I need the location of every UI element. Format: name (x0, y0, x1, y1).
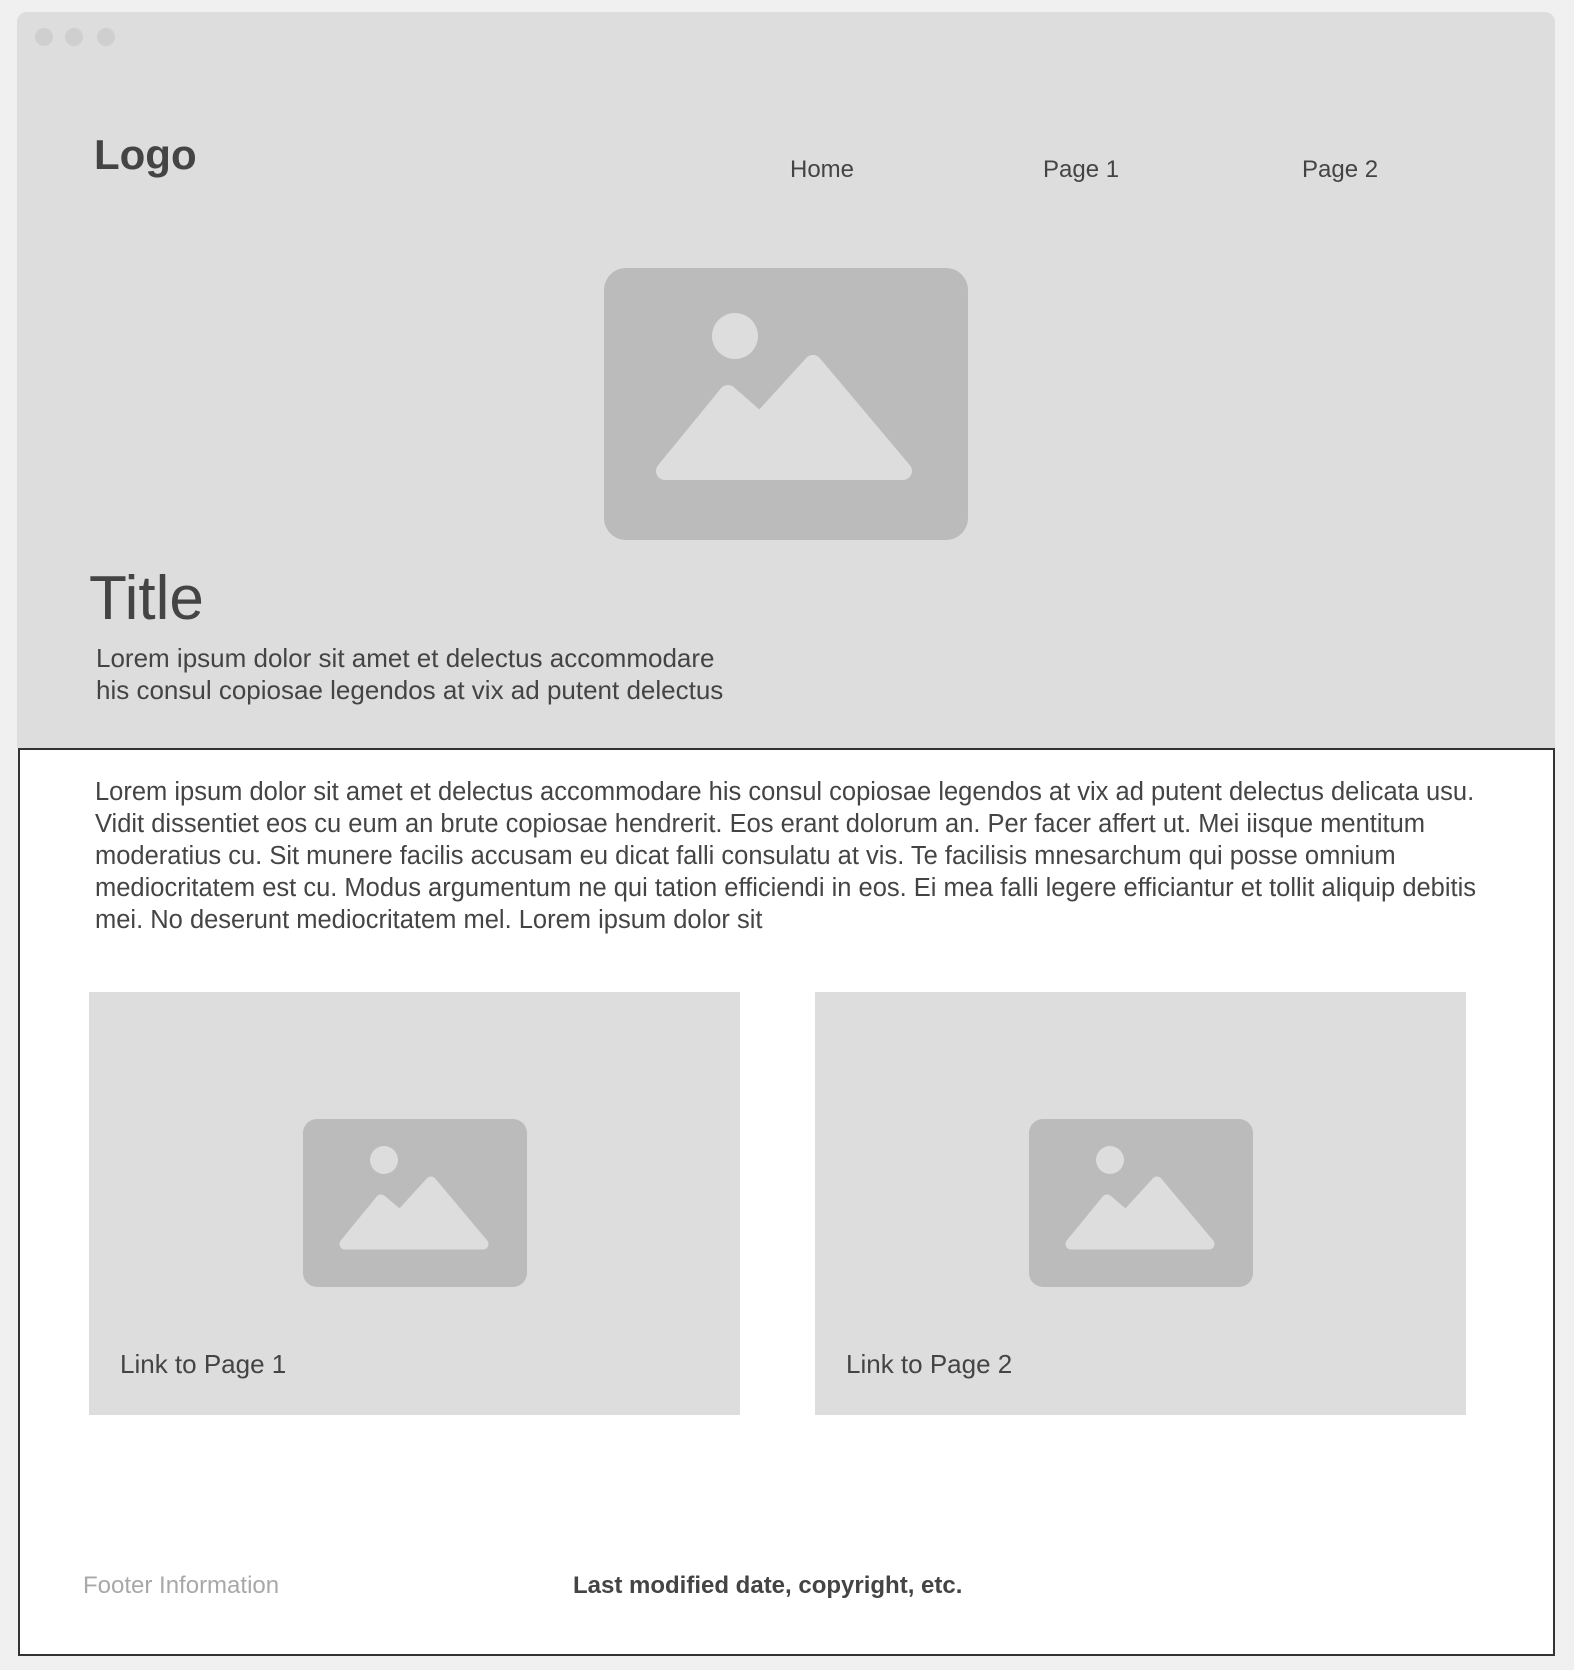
card-link-page-2[interactable]: Link to Page 2 (815, 992, 1466, 1415)
window-control-dot[interactable] (97, 28, 115, 46)
card-label[interactable]: Link to Page 2 (846, 1351, 1012, 1377)
subtitle-line: his consul copiosae legendos at vix ad p… (96, 675, 724, 705)
nav-link-home[interactable]: Home (790, 158, 854, 182)
page-subtitle: Lorem ipsum dolor sit amet et delectus a… (96, 642, 816, 706)
footer-info: Footer Information (83, 1572, 280, 1599)
nav-link-page-2[interactable]: Page 2 (1302, 158, 1378, 182)
body-paragraph: Lorem ipsum dolor sit amet et delectus a… (95, 778, 1477, 934)
image-placeholder-icon (604, 268, 968, 540)
card-link-page-1[interactable]: Link to Page 1 (89, 992, 740, 1415)
window-control-dot[interactable] (35, 28, 53, 46)
page-title: Title (89, 564, 204, 633)
window-control-dot[interactable] (65, 28, 83, 46)
subtitle-line: Lorem ipsum dolor sit amet et delectus a… (96, 643, 715, 673)
main-content: Lorem ipsum dolor sit amet et delectus a… (18, 748, 1555, 1532)
nav-link-page-1[interactable]: Page 1 (1043, 158, 1119, 182)
image-placeholder-icon (303, 1119, 527, 1287)
logo[interactable]: Logo (94, 134, 197, 176)
card-label[interactable]: Link to Page 1 (120, 1351, 286, 1377)
hero-section: Logo Home Page 1 Page 2 Title Lorem ipsu… (17, 12, 1555, 748)
browser-window: Logo Home Page 1 Page 2 Title Lorem ipsu… (17, 12, 1555, 1660)
image-placeholder-icon (1029, 1119, 1253, 1287)
footer-meta: Last modified date, copyright, etc. (573, 1572, 963, 1599)
footer: Footer Information Last modified date, c… (18, 1528, 1555, 1656)
